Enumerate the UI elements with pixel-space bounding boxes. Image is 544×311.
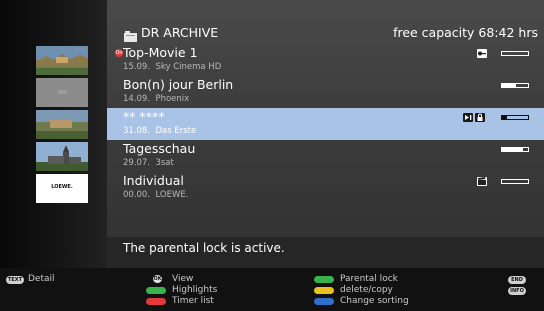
recording-info: 14.09. Phoenix (123, 94, 190, 104)
thumbnail-church (36, 142, 88, 171)
play-pause-icon (463, 113, 473, 122)
status-bar: The parental lock is active. (107, 237, 544, 268)
recording-row[interactable]: Tagesschau 29.07. 3sat (107, 140, 544, 172)
recording-title: Tagesschau (123, 141, 196, 156)
recording-row[interactable]: On Top-Movie 1 15.09. Sky Cinema HD (107, 44, 544, 76)
thumbnail-column: LOEWE. (0, 0, 107, 268)
clapper-icon (477, 177, 487, 186)
timer-list-label: Timer list (172, 296, 214, 306)
key-legend: TEXT Detail OK View Highlights Timer lis… (0, 268, 544, 311)
thumbnail-loewe-logo: LOEWE. (36, 174, 88, 203)
recording-list: On Top-Movie 1 15.09. Sky Cinema HD Bon(… (107, 44, 544, 204)
recording-info: 29.07. 3sat (123, 158, 174, 168)
archive-title: DR ARCHIVE (141, 25, 219, 40)
recording-row[interactable]: Bon(n) jour Berlin 14.09. Phoenix (107, 76, 544, 108)
recording-title: ** **** (123, 109, 165, 124)
end-key-icon[interactable]: END (508, 276, 526, 284)
archive-panel: DR ARCHIVE free capacity 68:42 hrs On To… (107, 0, 544, 268)
green-key-icon (314, 276, 334, 283)
info-key-icon[interactable]: INFO (508, 287, 526, 295)
thumbnail-grey (36, 78, 88, 107)
ok-key-icon: OK (153, 275, 162, 283)
view-label[interactable]: View (172, 274, 193, 284)
yellow-key-icon (314, 287, 334, 294)
parental-lock-label: Parental lock (340, 274, 398, 284)
loewe-logo: LOEWE. (51, 184, 73, 190)
recording-progress-bar (501, 147, 529, 152)
delete-copy-label: delete/copy (340, 285, 393, 295)
archive-header: DR ARCHIVE free capacity 68:42 hrs (107, 22, 544, 44)
free-capacity: free capacity 68:42 hrs (393, 25, 538, 40)
green-key-icon (146, 287, 166, 294)
recording-progress-bar (501, 51, 529, 56)
highlights-label: Highlights (172, 285, 218, 295)
recording-title: Bon(n) jour Berlin (123, 77, 234, 92)
text-key-icon: TEXT (6, 276, 24, 284)
key-icon (477, 49, 487, 58)
parental-lock-badge-icon: On (115, 49, 123, 57)
change-sorting-label: Change sorting (340, 296, 409, 306)
recording-progress-bar (501, 179, 529, 184)
blue-key-icon (314, 298, 334, 305)
recording-info: 00.00. LOEWE. (123, 190, 189, 200)
recording-progress-bar (501, 115, 529, 120)
recording-title: Top-Movie 1 (123, 45, 198, 60)
recording-progress-bar (501, 83, 529, 88)
recording-info: 15.09. Sky Cinema HD (123, 62, 222, 72)
recording-row-selected[interactable]: ** **** 31.08. Das Erste (107, 108, 544, 140)
thumbnail-landscape-2 (36, 110, 88, 139)
recording-row[interactable]: Individual 00.00. LOEWE. (107, 172, 544, 204)
detail-label[interactable]: Detail (28, 274, 55, 284)
status-message: The parental lock is active. (123, 241, 285, 255)
recording-title: Individual (123, 173, 184, 188)
archive-folder-icon (124, 27, 137, 42)
recording-info: 31.08. Das Erste (123, 126, 197, 136)
red-key-icon (146, 298, 166, 305)
thumbnail-landscape-1 (36, 46, 88, 75)
lock-icon (475, 113, 485, 122)
